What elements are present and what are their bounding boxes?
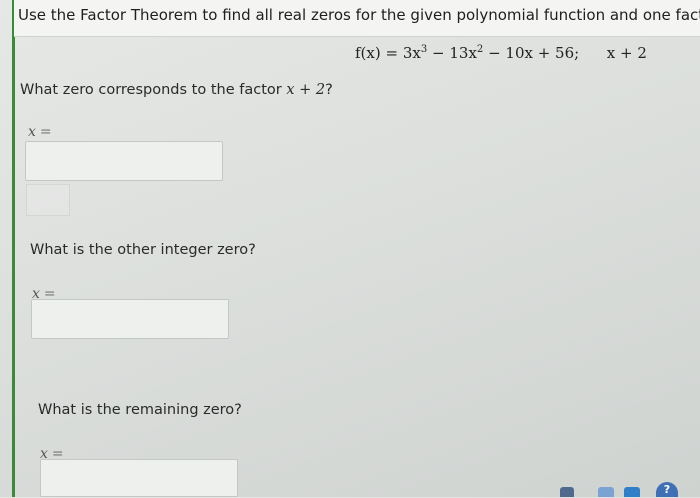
instruction-text: Use the Factor Theorem to find all real … — [18, 6, 700, 24]
polynomial-formula: f(x) = 3x3 − 13x2 − 10x + 56; x + 2 — [355, 44, 647, 62]
help-icon[interactable]: ? — [656, 482, 678, 497]
taskbar-strip — [0, 486, 700, 497]
answer-1-var: x — [28, 124, 36, 140]
answer-1-preview-box — [26, 184, 70, 216]
taskbar-app-icon[interactable] — [624, 487, 640, 497]
left-accent-rule — [12, 0, 15, 497]
question-1: What zero corresponds to the factor x + … — [20, 82, 333, 98]
question-1-math: x + 2 — [286, 82, 326, 98]
answer-1-input[interactable] — [25, 141, 223, 181]
homework-page: Use the Factor Theorem to find all real … — [0, 0, 700, 497]
formula-factor: x + 2 — [606, 44, 647, 62]
question-3: What is the remaining zero? — [38, 402, 242, 418]
taskbar-app-icon[interactable] — [560, 487, 574, 497]
question-2: What is the other integer zero? — [30, 242, 256, 258]
question-3-text: What is the remaining zero? — [38, 402, 242, 418]
formula-term1: 3x — [402, 44, 421, 62]
formula-lhs: f(x) = — [355, 44, 399, 62]
formula-exp2: 2 — [476, 44, 484, 55]
formula-term2: − 13x — [432, 44, 477, 62]
answer-1-eq: = — [39, 124, 52, 140]
answer-1-label: x = — [28, 124, 52, 140]
formula-term3: − 10x + 56; — [488, 44, 580, 62]
answer-2-input[interactable] — [31, 299, 229, 339]
question-2-text: What is the other integer zero? — [30, 242, 256, 258]
question-1-suffix: ? — [325, 82, 333, 98]
taskbar-app-icon[interactable] — [598, 487, 614, 497]
question-1-text: What zero corresponds to the factor — [20, 82, 287, 98]
formula-exp1: 3 — [420, 44, 428, 55]
